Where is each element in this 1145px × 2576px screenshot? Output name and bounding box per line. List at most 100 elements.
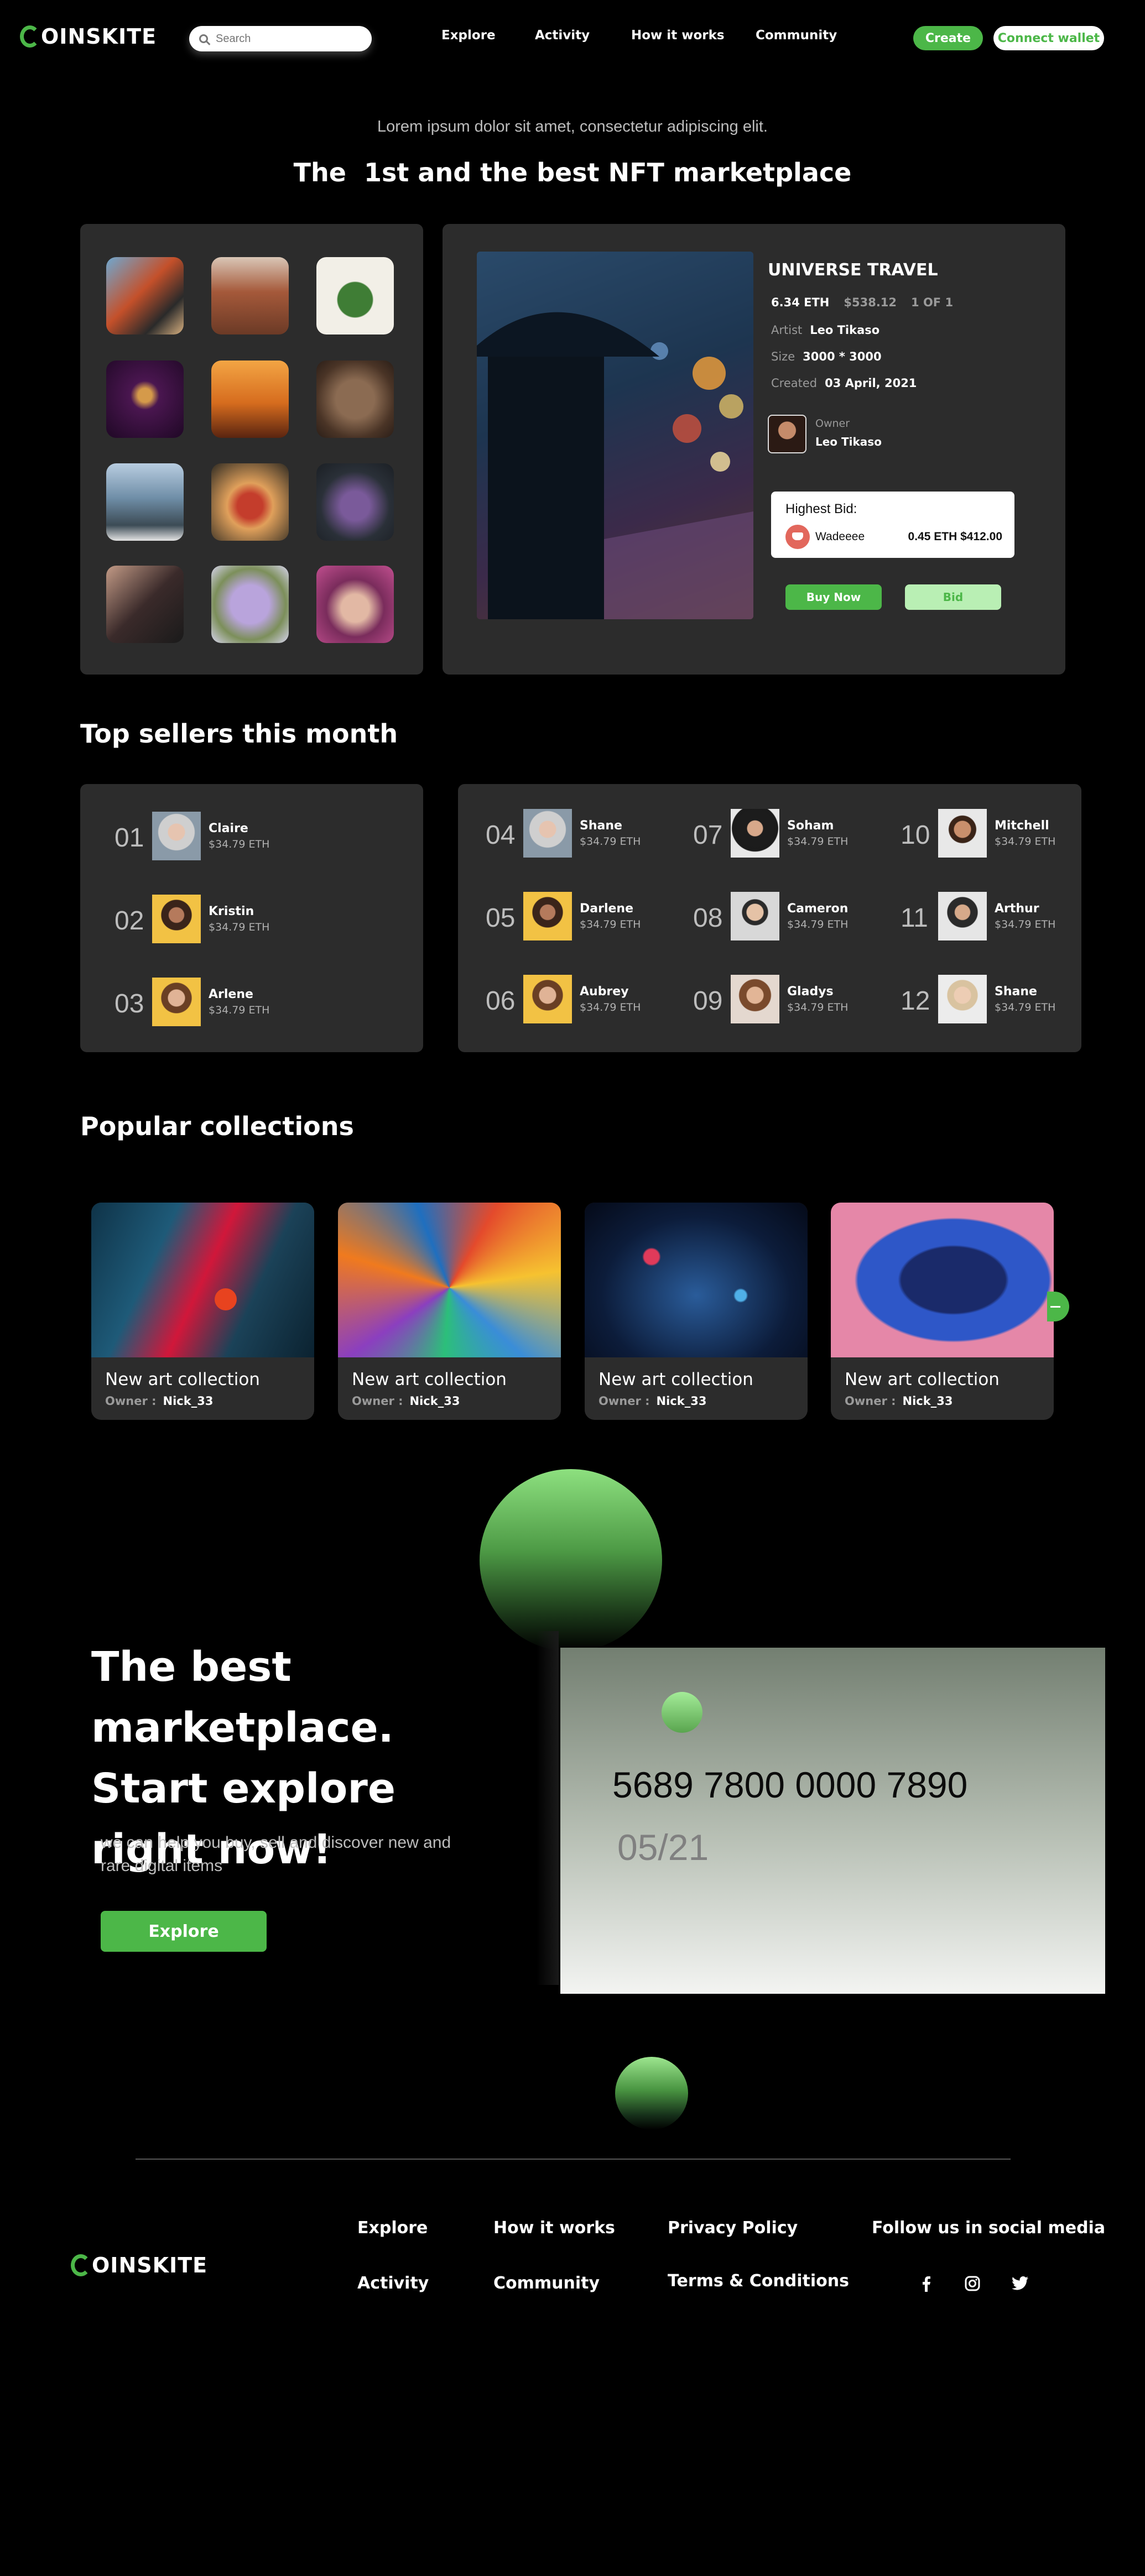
gallery-thumb-portrait[interactable] <box>316 566 394 643</box>
footer-link-how-it-works[interactable]: How it works <box>493 2218 615 2238</box>
footer-link-terms[interactable]: Terms & Conditions <box>668 2271 849 2291</box>
card-chip-circle <box>662 1692 702 1733</box>
collection-owner-name[interactable]: Nick_33 <box>903 1394 953 1408</box>
artist-label: Artist <box>771 323 803 337</box>
instagram-icon[interactable] <box>961 2272 983 2295</box>
nav-link-how-it-works[interactable]: How it works <box>631 28 725 43</box>
collection-owner: Owner : Nick_33 <box>845 1394 953 1408</box>
bidder-avatar <box>785 525 810 549</box>
connect-wallet-button[interactable]: Connect wallet <box>993 26 1104 50</box>
gallery-thumb-room[interactable] <box>106 566 184 643</box>
seller-item[interactable]: 05 Darlene $34.79 ETH <box>486 892 668 942</box>
seller-rank: 11 <box>901 903 928 933</box>
bid-button[interactable]: Bid <box>905 584 1001 610</box>
create-button[interactable]: Create <box>913 26 983 50</box>
gallery-thumb-town[interactable] <box>106 463 184 541</box>
footer-brand-name: OINSKITE <box>92 2253 208 2277</box>
featured-nft-image[interactable] <box>477 252 753 619</box>
popular-collections-title: Popular collections <box>80 1111 354 1141</box>
seller-name: Claire <box>209 822 248 835</box>
carousel-next-button[interactable] <box>1047 1292 1069 1321</box>
gallery-thumb-car[interactable] <box>106 257 184 335</box>
gallery-thumb-lilac[interactable] <box>211 566 289 643</box>
seller-avatar <box>152 895 201 943</box>
umbrella-scene-art <box>477 312 753 619</box>
gallery-thumb-food[interactable] <box>211 463 289 541</box>
seller-avatar <box>938 809 987 858</box>
collection-owner-label: Owner : <box>598 1394 650 1408</box>
seller-avatar <box>938 892 987 940</box>
gallery-thumb-glass[interactable] <box>106 360 184 438</box>
seller-item[interactable]: 01 Claire $34.79 ETH <box>114 812 380 861</box>
seller-rank: 06 <box>486 986 516 1016</box>
seller-amount: $34.79 ETH <box>787 918 849 931</box>
owner-label: Owner <box>815 417 850 430</box>
seller-rank: 10 <box>901 821 930 850</box>
seller-avatar <box>152 812 201 860</box>
footer-brand-logo[interactable]: OINSKITE <box>71 2253 207 2277</box>
gallery-thumb-plant[interactable] <box>316 257 394 335</box>
logo-c-icon <box>71 2254 91 2276</box>
highest-bid-box: Highest Bid: Wadeeee 0.45 ETH $412.00 <box>771 492 1014 558</box>
collection-title: New art collection <box>352 1370 507 1389</box>
owner-name[interactable]: Leo Tikaso <box>815 435 882 448</box>
decorative-sphere-small <box>615 2057 688 2130</box>
collection-owner-name[interactable]: Nick_33 <box>163 1394 214 1408</box>
seller-item[interactable]: 02 Kristin $34.79 ETH <box>114 895 380 944</box>
seller-item[interactable]: 07 Soham $34.79 ETH <box>693 809 876 859</box>
seller-rank: 09 <box>693 986 723 1016</box>
facebook-icon[interactable] <box>915 2272 937 2295</box>
hero-title: The 1st and the best NFT marketplace <box>293 158 852 187</box>
card-expiry: 05/21 <box>617 1827 709 1868</box>
collection-art <box>338 1203 561 1357</box>
footer-link-community[interactable]: Community <box>493 2274 600 2293</box>
price-eth: 6.34 ETH <box>771 296 830 309</box>
seller-amount: $34.79 ETH <box>787 835 849 848</box>
collection-owner: Owner : Nick_33 <box>105 1394 213 1408</box>
buy-now-button[interactable]: Buy Now <box>785 584 882 610</box>
seller-name: Darlene <box>580 902 634 916</box>
search-bar[interactable] <box>189 26 372 51</box>
seller-item[interactable]: 10 Mitchell $34.79 ETH <box>901 809 1078 859</box>
top-sellers-panel-right: 04 Shane $34.79 ETH 05 Darlene $34.79 ET… <box>458 784 1081 1052</box>
gallery-thumb-texture[interactable] <box>316 360 394 438</box>
collection-card[interactable]: New art collection Owner : Nick_33 <box>91 1203 314 1420</box>
seller-item[interactable]: 04 Shane $34.79 ETH <box>486 809 668 859</box>
collection-card[interactable]: New art collection Owner : Nick_33 <box>831 1203 1054 1420</box>
seller-item[interactable]: 08 Cameron $34.79 ETH <box>693 892 876 942</box>
brand-logo[interactable]: OINSKITE <box>20 24 157 49</box>
search-input[interactable] <box>216 32 360 45</box>
seller-item[interactable]: 06 Aubrey $34.79 ETH <box>486 975 668 1025</box>
nft-thumbnail-gallery <box>80 224 423 675</box>
footer-link-privacy-policy[interactable]: Privacy Policy <box>668 2218 798 2238</box>
collection-owner: Owner : Nick_33 <box>598 1394 706 1408</box>
top-sellers-title: Top sellers this month <box>80 719 398 749</box>
gallery-thumb-flowers-dark[interactable] <box>316 463 394 541</box>
bidder-name: Wadeeee <box>815 530 865 543</box>
gallery-thumb-desert[interactable] <box>211 360 289 438</box>
seller-item[interactable]: 12 Shane $34.79 ETH <box>901 975 1078 1025</box>
footer-link-explore[interactable]: Explore <box>357 2218 428 2238</box>
collection-card[interactable]: New art collection Owner : Nick_33 <box>338 1203 561 1420</box>
collection-owner-name[interactable]: Nick_33 <box>657 1394 707 1408</box>
twitter-icon[interactable] <box>1009 2272 1031 2295</box>
seller-item[interactable]: 03 Arlene $34.79 ETH <box>114 978 380 1027</box>
seller-item[interactable]: 11 Arthur $34.79 ETH <box>901 892 1078 942</box>
owner-avatar[interactable] <box>768 415 806 453</box>
seller-rank: 07 <box>693 821 723 850</box>
seller-name: Shane <box>995 985 1037 999</box>
footer-link-activity[interactable]: Activity <box>357 2274 429 2293</box>
gallery-thumb-canyon[interactable] <box>211 257 289 335</box>
nav-link-explore[interactable]: Explore <box>441 28 496 43</box>
nav-link-activity[interactable]: Activity <box>535 28 590 43</box>
collection-art-detail <box>215 1288 237 1310</box>
hero-subtitle: Lorem ipsum dolor sit amet, consectetur … <box>377 118 768 135</box>
collection-art <box>91 1203 314 1357</box>
explore-button[interactable]: Explore <box>101 1911 267 1952</box>
seller-item[interactable]: 09 Gladys $34.79 ETH <box>693 975 876 1025</box>
seller-amount: $34.79 ETH <box>209 838 270 850</box>
nav-link-community[interactable]: Community <box>756 28 837 43</box>
artist-name[interactable]: Leo Tikaso <box>810 323 879 337</box>
collection-card[interactable]: New art collection Owner : Nick_33 <box>585 1203 808 1420</box>
collection-owner-name[interactable]: Nick_33 <box>410 1394 460 1408</box>
